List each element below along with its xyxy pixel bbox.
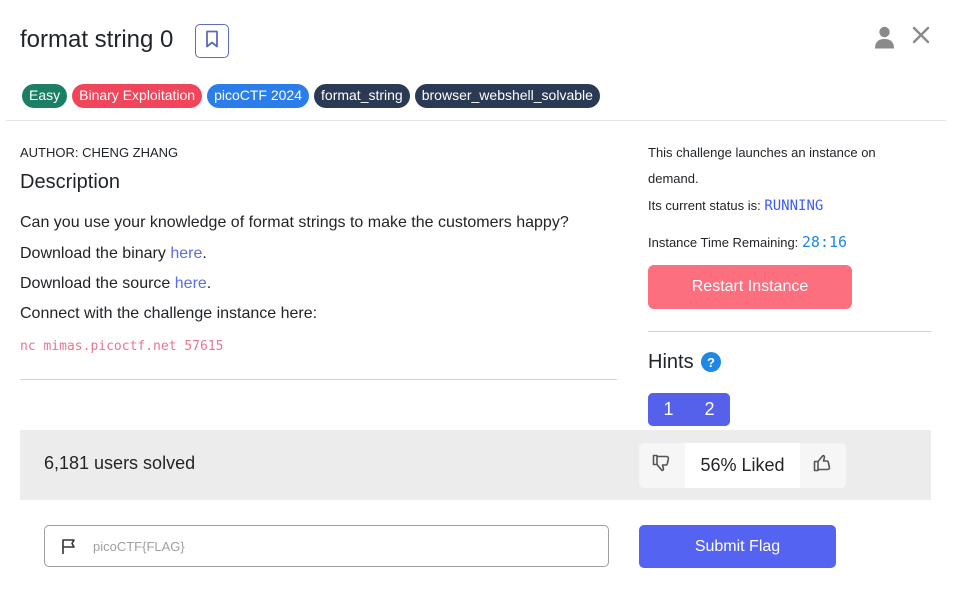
hint-1-button[interactable]: 1 xyxy=(648,393,689,426)
hint-button-group: 1 2 xyxy=(648,393,730,426)
flag-input[interactable] xyxy=(93,539,608,554)
tag-category[interactable]: Binary Exploitation xyxy=(72,84,202,108)
connect-command: nc mimas.picoctf.net 57615 xyxy=(20,339,224,354)
close-icon[interactable] xyxy=(910,24,932,51)
hints-help-icon[interactable]: ? xyxy=(701,352,721,372)
download-binary-link[interactable]: here xyxy=(170,245,202,262)
divider xyxy=(648,331,931,332)
download-binary-line: Download the binary here. xyxy=(20,245,207,263)
hints-heading: Hints xyxy=(648,351,694,374)
divider xyxy=(20,379,617,380)
instance-launch-text-2: demand. xyxy=(648,171,699,186)
description-text: Can you use your knowledge of format str… xyxy=(20,214,569,232)
instance-time: Instance Time Remaining: 28:16 xyxy=(648,233,847,251)
download-source-line: Download the source here. xyxy=(20,275,211,293)
page-title: format string 0 xyxy=(20,26,173,54)
bookmark-button[interactable] xyxy=(195,24,229,58)
user-icon[interactable] xyxy=(874,26,895,54)
status-label: Its current status is: xyxy=(648,198,764,213)
hint-2-button[interactable]: 2 xyxy=(689,393,730,426)
like-button[interactable] xyxy=(800,443,846,488)
instance-launch-text: This challenge launches an instance on xyxy=(648,145,876,160)
bookmark-icon xyxy=(205,30,219,53)
restart-instance-button[interactable]: Restart Instance xyxy=(648,265,852,309)
tag-event[interactable]: picoCTF 2024 xyxy=(207,84,309,108)
tag-difficulty[interactable]: Easy xyxy=(22,84,67,108)
period: . xyxy=(207,275,211,292)
time-remaining-value: 28:16 xyxy=(802,233,847,251)
connect-text: Connect with the challenge instance here… xyxy=(20,305,317,323)
dislike-button[interactable] xyxy=(639,443,685,488)
period: . xyxy=(202,245,206,262)
tag-webshell[interactable]: browser_webshell_solvable xyxy=(415,84,600,108)
description-heading: Description xyxy=(20,171,120,194)
divider xyxy=(6,120,946,121)
download-source-link[interactable]: here xyxy=(175,275,207,292)
author-label: AUTHOR: CHENG ZHANG xyxy=(20,145,178,160)
status-value: RUNNING xyxy=(764,198,823,214)
liked-percentage: 56% Liked xyxy=(685,443,800,488)
tag-list: Easy Binary Exploitation picoCTF 2024 fo… xyxy=(22,84,600,108)
flag-icon xyxy=(61,538,77,555)
tag-format-string[interactable]: format_string xyxy=(314,84,410,108)
users-solved-count: 6,181 users solved xyxy=(44,453,195,474)
thumbs-down-icon xyxy=(652,454,672,477)
thumbs-up-icon xyxy=(813,454,833,477)
download-binary-text: Download the binary xyxy=(20,245,170,262)
time-label: Instance Time Remaining: xyxy=(648,235,802,250)
submit-flag-button[interactable]: Submit Flag xyxy=(639,525,836,568)
download-source-text: Download the source xyxy=(20,275,175,292)
instance-status: Its current status is: RUNNING xyxy=(648,198,823,214)
flag-input-container xyxy=(44,525,609,567)
like-widget: 56% Liked xyxy=(639,443,846,488)
